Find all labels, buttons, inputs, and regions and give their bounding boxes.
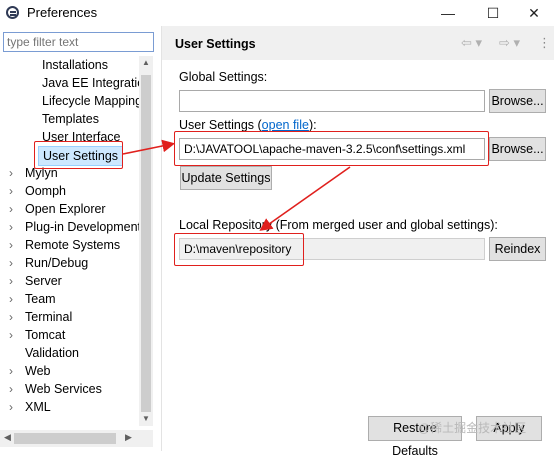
annotation-arrow-1 [122, 139, 176, 155]
annotation-arrow-2 [259, 166, 351, 231]
annotation-arrows [122, 139, 351, 231]
